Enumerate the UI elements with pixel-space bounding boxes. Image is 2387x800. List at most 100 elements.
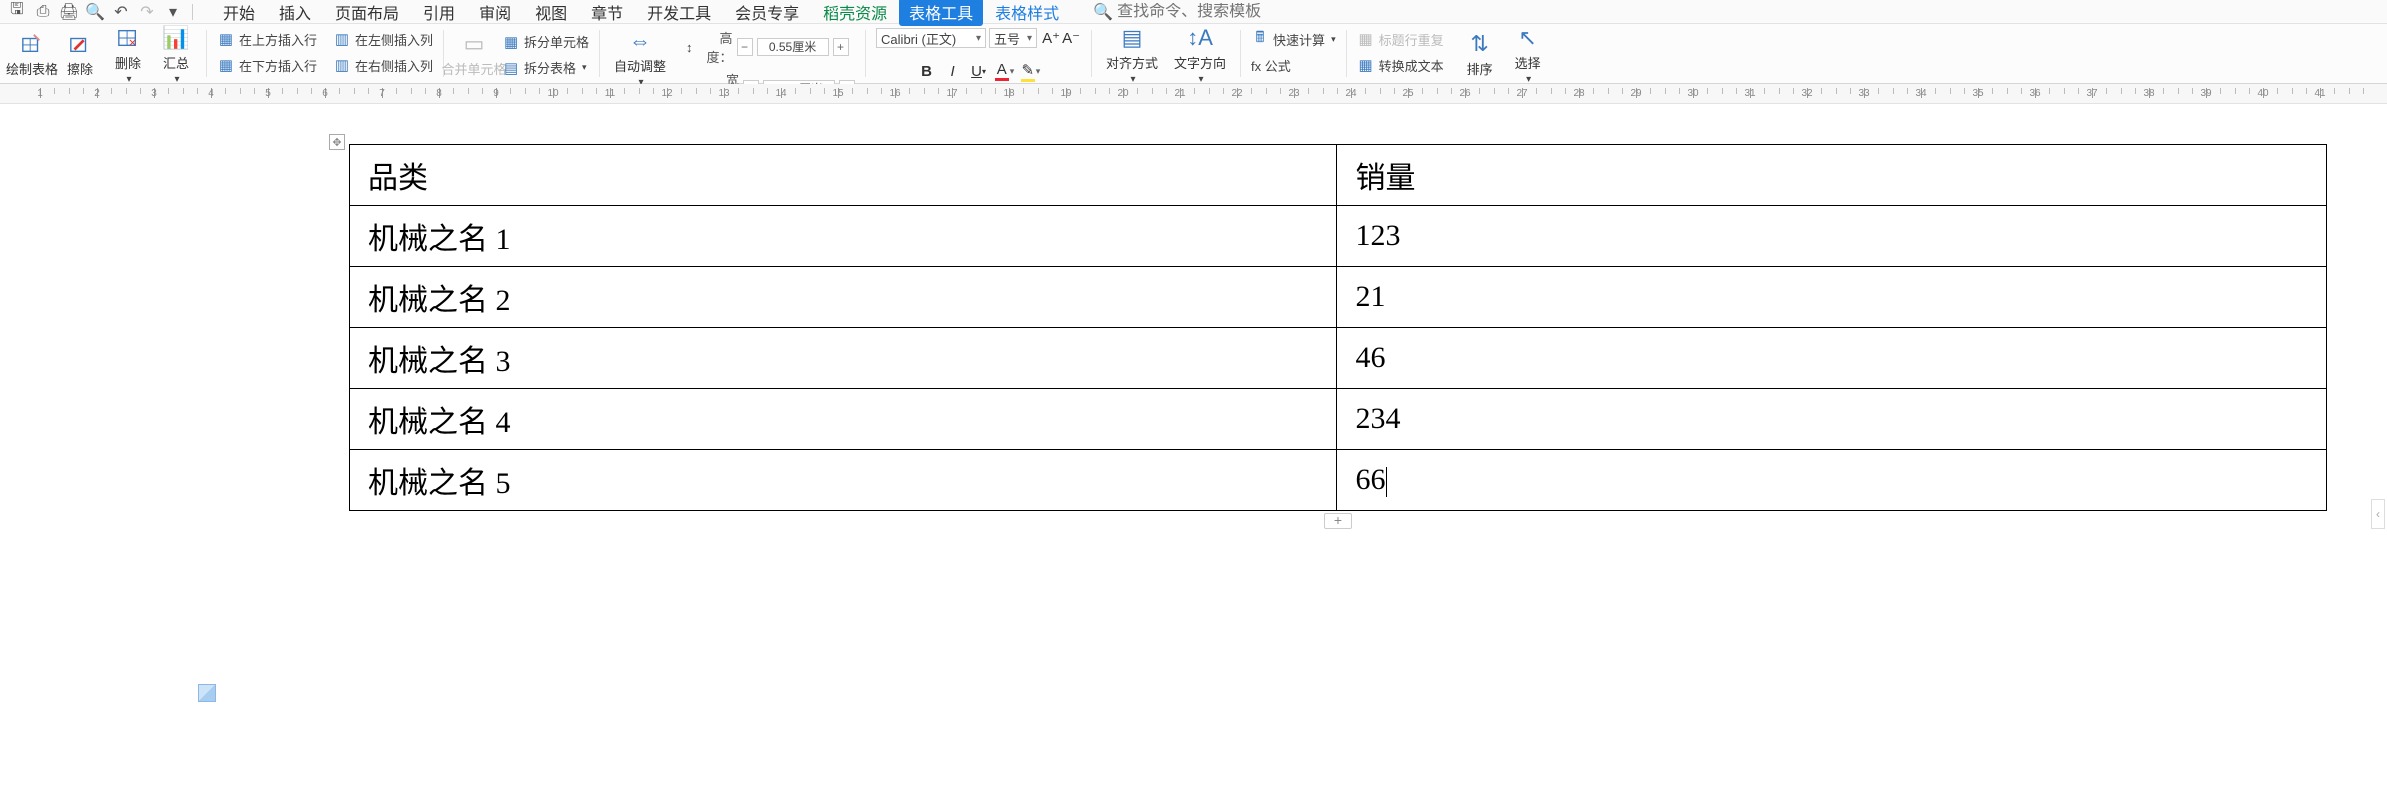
table-cell[interactable]: 21 bbox=[1337, 267, 2327, 328]
highlight-button[interactable]: ✎▾ bbox=[1021, 61, 1041, 81]
ruler-label: 18 bbox=[1003, 88, 1014, 99]
table-row[interactable]: 机械之名 566 bbox=[350, 450, 2327, 511]
redo-button[interactable]: ↷ bbox=[136, 2, 158, 22]
select-button[interactable]: ↖ 选择▾ bbox=[1508, 25, 1548, 85]
tab-sections[interactable]: 章节 bbox=[579, 0, 635, 26]
table-cell[interactable]: 机械之名 5 bbox=[350, 450, 1337, 511]
page-options-icon[interactable] bbox=[198, 684, 216, 702]
alignment-button[interactable]: ▤ 对齐方式▾ bbox=[1102, 25, 1162, 85]
table-row[interactable]: 品类销量 bbox=[350, 145, 2327, 206]
table-cell[interactable]: 46 bbox=[1337, 328, 2327, 389]
save-button[interactable]: 🖫 bbox=[6, 2, 28, 22]
ribbon: 绘制表格 擦除 删除▾ 📊 汇总▾ ▦ 在上方插入行 ▦ bbox=[0, 24, 2387, 84]
ruler-label: 13 bbox=[718, 88, 729, 99]
italic-button[interactable]: I bbox=[943, 61, 963, 81]
erase-button[interactable]: 擦除 bbox=[60, 31, 100, 78]
decrease-font-button[interactable]: A⁻ bbox=[1061, 28, 1081, 48]
height-minus[interactable]: − bbox=[737, 38, 753, 56]
merge-cells-button[interactable]: ▭ 合并单元格 bbox=[454, 31, 494, 78]
font-size-select[interactable]: 五号 ▾ bbox=[989, 28, 1037, 48]
quick-calc-button[interactable]: 🖩 快速计算▾ bbox=[1251, 28, 1336, 50]
tab-view[interactable]: 视图 bbox=[523, 0, 579, 26]
merge-cells-label: 合并单元格 bbox=[442, 59, 507, 78]
qa-dropdown[interactable]: ▾ bbox=[162, 2, 184, 22]
tab-doke-resources[interactable]: 稻壳资源 bbox=[811, 0, 899, 26]
tab-table-tools[interactable]: 表格工具 bbox=[899, 0, 983, 26]
split-cells-button[interactable]: ▦ 拆分单元格 bbox=[502, 31, 589, 53]
table-cell[interactable]: 66 bbox=[1337, 450, 2327, 511]
tab-page-layout[interactable]: 页面布局 bbox=[323, 0, 411, 26]
data-table[interactable]: 品类销量机械之名 1123机械之名 221机械之名 346机械之名 4234机械… bbox=[349, 144, 2327, 511]
table-row[interactable]: 机械之名 346 bbox=[350, 328, 2327, 389]
table-cell[interactable]: 机械之名 2 bbox=[350, 267, 1337, 328]
height-plus[interactable]: + bbox=[833, 38, 849, 56]
tab-review[interactable]: 审阅 bbox=[467, 0, 523, 26]
ruler-label: 2 bbox=[94, 88, 100, 99]
add-row-button[interactable]: + bbox=[1324, 513, 1352, 529]
table-header-sales[interactable]: 销量 bbox=[1337, 145, 2327, 206]
search-input[interactable] bbox=[1117, 3, 1297, 21]
summary-button[interactable]: 📊 汇总▾ bbox=[156, 25, 196, 85]
print-button[interactable]: 🖨 bbox=[58, 2, 80, 22]
font-family-select[interactable]: Calibri (正文) ▾ bbox=[876, 28, 986, 48]
tab-insert[interactable]: 插入 bbox=[267, 0, 323, 26]
tab-references[interactable]: 引用 bbox=[411, 0, 467, 26]
quick-calc-label: 快速计算 bbox=[1273, 30, 1325, 49]
insert-below-label: 在下方插入行 bbox=[239, 56, 317, 75]
insert-col-right-button[interactable]: ▥ 在右侧插入列 bbox=[333, 54, 433, 76]
table-move-handle-icon[interactable]: ✥ bbox=[329, 134, 345, 150]
delete-table-button[interactable]: 删除▾ bbox=[108, 25, 148, 85]
table-row[interactable]: 机械之名 1123 bbox=[350, 206, 2327, 267]
text-direction-button[interactable]: ↕A 文字方向▾ bbox=[1170, 25, 1230, 85]
insert-row-above-button[interactable]: ▦ 在上方插入行 bbox=[217, 28, 317, 50]
search-icon: 🔍 bbox=[1093, 2, 1113, 22]
split-table-button[interactable]: ▤ 拆分表格▾ bbox=[502, 57, 589, 79]
ribbon-separator bbox=[1240, 30, 1241, 77]
print-preview-button[interactable]: 🔍 bbox=[84, 2, 106, 22]
tab-table-style[interactable]: 表格样式 bbox=[983, 0, 1071, 26]
underline-button[interactable]: U▾ bbox=[969, 61, 989, 81]
ruler-label: 33 bbox=[1858, 88, 1869, 99]
font-color-button[interactable]: A▾ bbox=[995, 61, 1015, 81]
undo-button[interactable]: ↶ bbox=[110, 2, 132, 22]
export-button[interactable]: ⎙ bbox=[32, 2, 54, 22]
tab-member[interactable]: 会员专享 bbox=[723, 0, 811, 26]
tab-developer[interactable]: 开发工具 bbox=[635, 0, 723, 26]
ruler-label: 4 bbox=[208, 88, 214, 99]
height-value[interactable]: 0.55厘米 bbox=[757, 38, 829, 56]
convert-to-text-button[interactable]: ▦ 转换成文本 bbox=[1357, 54, 1444, 76]
draw-table-button[interactable]: 绘制表格 bbox=[12, 31, 52, 78]
right-panel-collapse-button[interactable]: ‹ bbox=[2371, 499, 2385, 529]
table-header-category[interactable]: 品类 bbox=[350, 145, 1337, 206]
ruler-label: 15 bbox=[832, 88, 843, 99]
autofit-button[interactable]: ⇔ 自动调整▾ bbox=[610, 28, 670, 88]
table-cell[interactable]: 机械之名 4 bbox=[350, 389, 1337, 450]
table-cell[interactable]: 234 bbox=[1337, 389, 2327, 450]
split-table-icon: ▤ bbox=[502, 59, 520, 77]
ruler-label: 16 bbox=[889, 88, 900, 99]
draw-table-label: 绘制表格 bbox=[6, 59, 58, 78]
row-height-stepper[interactable]: ↕ 高度： − 0.55厘米 + bbox=[686, 28, 855, 66]
increase-font-button[interactable]: A⁺ bbox=[1041, 28, 1061, 48]
table-cell[interactable]: 机械之名 3 bbox=[350, 328, 1337, 389]
insert-row-below-button[interactable]: ▦ 在下方插入行 bbox=[217, 54, 317, 76]
formula-button[interactable]: fx 公式 bbox=[1251, 54, 1336, 76]
alignment-icon: ▤ bbox=[1119, 25, 1145, 51]
ruler-label: 36 bbox=[2029, 88, 2040, 99]
horizontal-ruler[interactable]: 1234567891011121314151617181920212223242… bbox=[0, 84, 2387, 104]
split-cells-icon: ▦ bbox=[502, 33, 520, 51]
table-cell[interactable]: 123 bbox=[1337, 206, 2327, 267]
table-cell[interactable]: 机械之名 1 bbox=[350, 206, 1337, 267]
table-row[interactable]: 机械之名 221 bbox=[350, 267, 2327, 328]
tab-start[interactable]: 开始 bbox=[211, 0, 267, 26]
split-cells-label: 拆分单元格 bbox=[524, 32, 589, 51]
sort-button[interactable]: ⇅ 排序 bbox=[1460, 31, 1500, 78]
bold-button[interactable]: B bbox=[917, 61, 937, 81]
formula-label: fx 公式 bbox=[1251, 56, 1291, 75]
header-repeat-button[interactable]: ▦ 标题行重复 bbox=[1357, 28, 1444, 50]
table-row[interactable]: 机械之名 4234 bbox=[350, 389, 2327, 450]
insert-col-left-button[interactable]: ▥ 在左侧插入列 bbox=[333, 28, 433, 50]
ruler-label: 34 bbox=[1915, 88, 1926, 99]
ruler-label: 19 bbox=[1060, 88, 1071, 99]
eraser-icon bbox=[67, 31, 93, 57]
